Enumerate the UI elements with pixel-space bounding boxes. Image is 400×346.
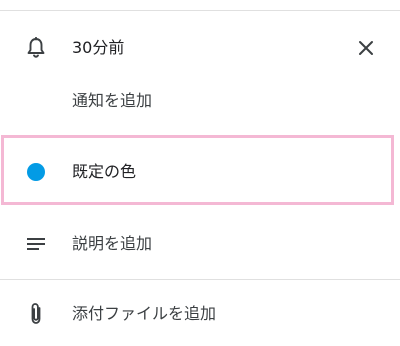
bell-icon: [20, 32, 52, 64]
color-label: 既定の色: [72, 162, 137, 181]
description-row[interactable]: 説明を追加: [0, 228, 400, 260]
notes-icon: [20, 228, 52, 260]
notification-row[interactable]: 30分前: [0, 32, 400, 64]
top-divider: [0, 10, 400, 11]
add-notification-label: 通知を追加: [72, 91, 153, 110]
attachment-row[interactable]: 添付ファイルを追加: [0, 298, 400, 330]
add-notification-button[interactable]: 通知を追加: [0, 86, 400, 116]
attachment-label: 添付ファイルを追加: [72, 304, 217, 323]
event-details-panel: 30分前 通知を追加 既定の色 説明を追加 添付ファイルを追加: [0, 0, 400, 346]
close-icon[interactable]: [350, 32, 382, 64]
paperclip-icon: [20, 298, 52, 330]
notification-time-label: 30分前: [72, 38, 125, 57]
color-dot: [27, 163, 45, 181]
color-selector-row[interactable]: 既定の色: [0, 156, 400, 188]
middle-divider: [0, 279, 400, 280]
description-label: 説明を追加: [72, 234, 153, 253]
color-swatch-icon: [20, 156, 52, 188]
